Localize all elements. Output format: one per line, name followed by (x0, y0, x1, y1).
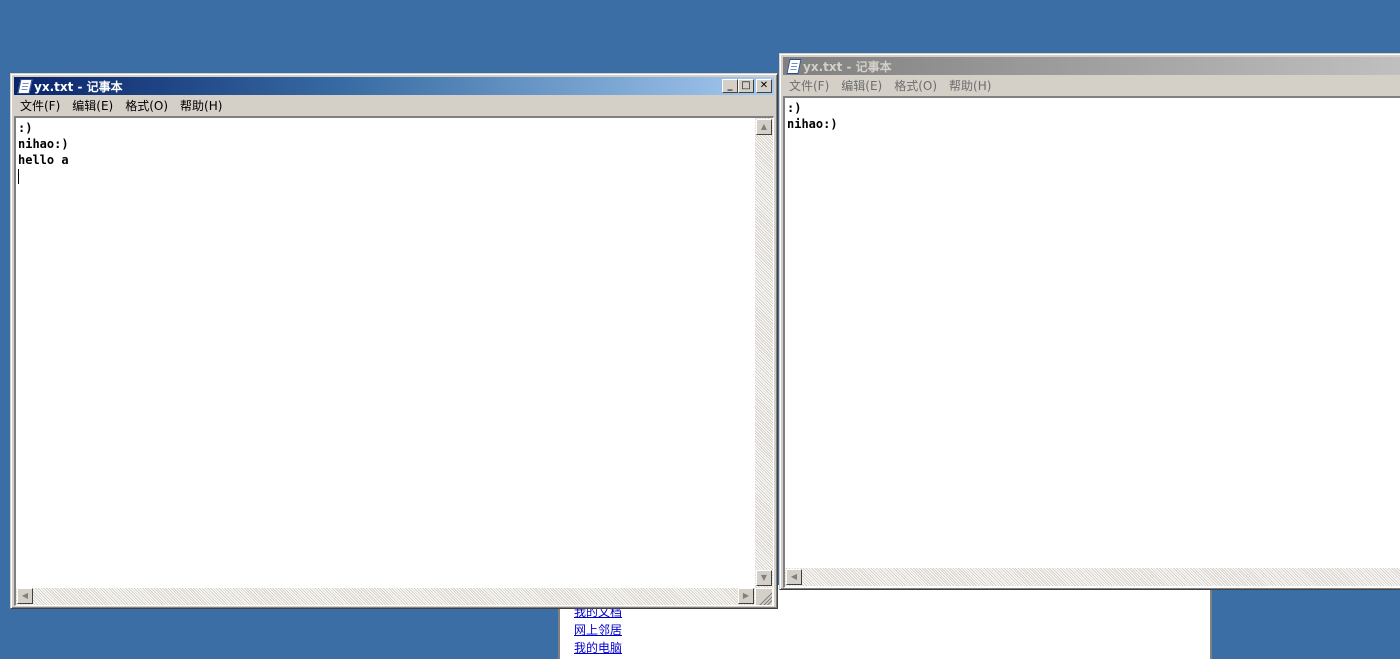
vertical-scrollbar[interactable]: ▲ ▼ (755, 118, 773, 588)
text-editor[interactable]: :) nihao:) hello a ▲ ▼ ◀ ▶ (14, 116, 774, 606)
notepad-icon (16, 78, 33, 94)
link-network-places[interactable]: 网上邻居 (574, 623, 622, 637)
window-title: yx.txt - 记事本 (803, 59, 892, 74)
horizontal-scrollbar[interactable]: ◀ ▶ (16, 588, 755, 605)
menu-file[interactable]: 文件(F) (783, 77, 835, 94)
text-editor[interactable]: :) nihao:) ◀ (783, 96, 1400, 588)
notepad-window-active[interactable]: yx.txt - 记事本 _ □ ✕ 文件(F) 编辑(E) 格式(O) 帮助(… (10, 73, 778, 609)
title-bar[interactable]: yx.txt - 记事本 _ □ ✕ (14, 77, 774, 95)
menu-bar: 文件(F) 编辑(E) 格式(O) 帮助(H) (783, 76, 1400, 94)
text-caret (18, 169, 19, 184)
window-title: yx.txt - 记事本 (34, 79, 123, 94)
minimize-button[interactable]: _ (722, 79, 738, 93)
horizontal-scrollbar[interactable]: ◀ (785, 568, 1400, 586)
right-arrow-icon[interactable]: ▶ (738, 588, 754, 604)
left-arrow-icon[interactable]: ◀ (17, 588, 33, 604)
menu-edit[interactable]: 编辑(E) (66, 97, 119, 114)
menu-format[interactable]: 格式(O) (888, 77, 943, 94)
up-arrow-icon[interactable]: ▲ (756, 119, 772, 135)
link-my-computer[interactable]: 我的电脑 (574, 641, 622, 655)
text-line: :) (18, 121, 33, 135)
desktop: 我的文档 网上邻居 我的电脑 yx.txt - 记事本 文件(F) 编辑(E) … (0, 0, 1400, 659)
maximize-button[interactable]: □ (738, 79, 754, 93)
menu-help[interactable]: 帮助(H) (174, 97, 228, 114)
menu-format[interactable]: 格式(O) (119, 97, 174, 114)
resize-grip-icon[interactable] (756, 589, 772, 605)
down-arrow-icon[interactable]: ▼ (756, 570, 772, 586)
text-line: nihao:) (18, 137, 69, 151)
close-button[interactable]: ✕ (756, 79, 772, 93)
menu-file[interactable]: 文件(F) (14, 97, 66, 114)
text-line: :) (787, 101, 802, 115)
menu-bar: 文件(F) 编辑(E) 格式(O) 帮助(H) (14, 96, 774, 114)
title-bar[interactable]: yx.txt - 记事本 (783, 57, 1400, 75)
notepad-icon (785, 58, 802, 74)
left-arrow-icon[interactable]: ◀ (786, 569, 802, 585)
menu-help[interactable]: 帮助(H) (943, 77, 997, 94)
menu-edit[interactable]: 编辑(E) (835, 77, 888, 94)
notepad-window-inactive[interactable]: yx.txt - 记事本 文件(F) 编辑(E) 格式(O) 帮助(H) :) … (779, 53, 1400, 590)
text-line: nihao:) (787, 117, 838, 131)
text-line: hello a (18, 153, 69, 167)
